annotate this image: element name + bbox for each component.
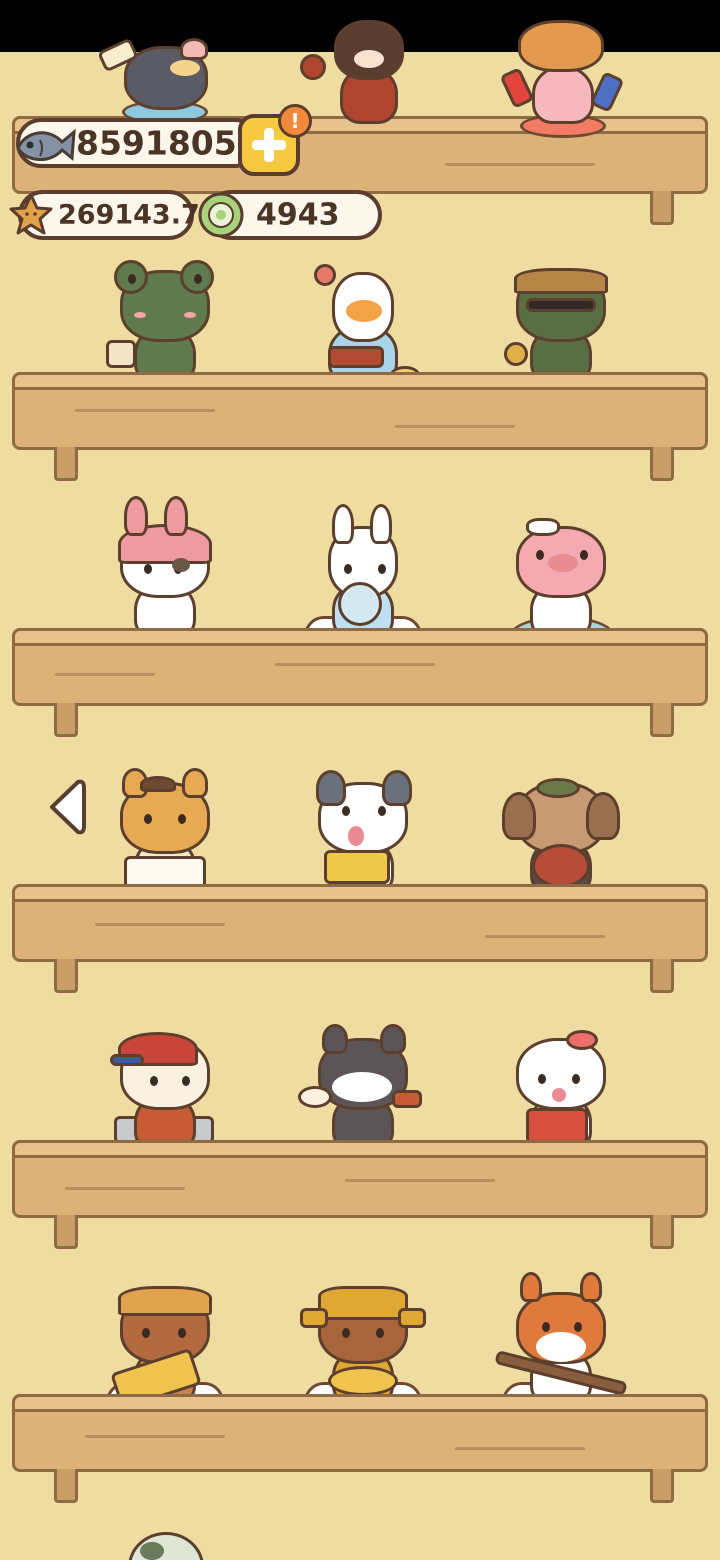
figurine-partial-next-row[interactable] <box>110 1530 240 1560</box>
fish-currency-value: 85918051 <box>76 123 260 163</box>
coin-currency-value: 4943 <box>256 197 340 233</box>
star-icon <box>9 193 53 235</box>
shelf-1 <box>12 372 708 492</box>
chevron-left-icon[interactable] <box>44 776 88 838</box>
shelf-2 <box>12 628 708 748</box>
coin-icon <box>198 192 244 238</box>
fish-icon <box>16 128 76 161</box>
shelf-3 <box>12 884 708 1004</box>
figurine-girl-doll[interactable] <box>300 0 430 150</box>
star-currency-value: 269143.7 <box>58 199 200 231</box>
shelf-5 <box>12 1394 708 1514</box>
figurine-corgi[interactable] <box>498 0 628 150</box>
alert-badge: ! <box>278 104 312 138</box>
shelf-4 <box>12 1140 708 1260</box>
